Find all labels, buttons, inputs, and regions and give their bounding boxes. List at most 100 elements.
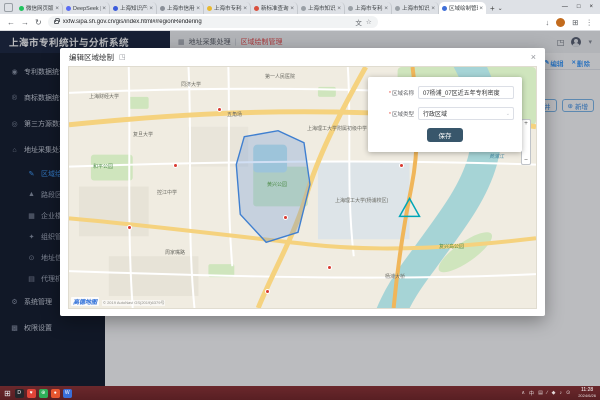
taskbar-app-icon[interactable]: W	[63, 389, 72, 398]
tab-search-icon[interactable]	[4, 3, 13, 12]
tray-icon[interactable]: 中	[529, 390, 534, 397]
map-label: 和平公园	[93, 163, 113, 170]
chevron-down-icon: ⌄	[506, 111, 510, 117]
url-text[interactable]: xxfw.sipa.sh.gov.cn/gis/index.html#/regi…	[63, 19, 352, 25]
map-zoom-control: + −	[521, 119, 531, 165]
tray-icon[interactable]: ▤	[538, 390, 543, 396]
browser-tab[interactable]: 上海市知识产权信息 ×	[298, 2, 345, 14]
zoom-out-button[interactable]: −	[524, 157, 528, 164]
maximize-button[interactable]: □	[577, 4, 581, 10]
region-name-input[interactable]	[418, 86, 514, 99]
zoom-in-button[interactable]: +	[524, 120, 528, 127]
map-label: 同济大学	[181, 81, 201, 88]
browser-tab[interactable]: 上海知识产权公共 ×	[110, 2, 157, 14]
bookmark-star-icon[interactable]: ☆	[366, 18, 372, 26]
download-icon[interactable]: ↓	[545, 18, 549, 27]
tab-title: DeepSeek | 深度	[73, 4, 101, 12]
browser-tab[interactable]: 上海市专利导航产业 ×	[345, 2, 392, 14]
amap-logo: 高德地图	[71, 297, 99, 306]
tab-close-icon[interactable]: ×	[431, 5, 435, 12]
tab-close-icon[interactable]: ×	[102, 5, 106, 12]
minimize-button[interactable]: —	[562, 4, 568, 10]
tray-icon[interactable]: ∕	[547, 390, 548, 396]
tab-list: 微信网页版 × DeepSeek | 深度 × 上海知识产权公共 ×	[16, 2, 486, 14]
tab-title: 上海市知识产权信息	[308, 4, 336, 12]
dialog-close-icon[interactable]: ×	[531, 52, 536, 62]
lock-icon[interactable]	[54, 20, 59, 24]
region-type-row: *区域类型 行政区域 ⌄	[376, 107, 514, 120]
extensions-icon[interactable]: ⊞	[572, 18, 578, 27]
map-label: 上海财经大学	[89, 93, 119, 100]
map-label: 五角场	[227, 111, 242, 118]
browser-menu-icon[interactable]: ⋮	[586, 18, 594, 27]
taskbar-apps: D ♥ ⊕ ● W	[15, 389, 72, 398]
save-button[interactable]: 保存	[427, 128, 463, 142]
system-tray: ∧ 中 ▤ ∕ ◆ ♪ ⊙	[521, 390, 570, 397]
required-mark: *	[389, 112, 391, 118]
tray-icon[interactable]: ∧	[521, 390, 525, 396]
tab-favicon	[442, 6, 447, 11]
browser-profile-avatar[interactable]	[556, 18, 565, 27]
tab-close-icon[interactable]: ×	[196, 5, 200, 12]
screen: 微信网页版 × DeepSeek | 深度 × 上海知识产权公共 ×	[0, 0, 600, 400]
new-tab-button[interactable]: +	[490, 4, 495, 13]
region-name-row: *区域名称	[376, 86, 514, 99]
tab-close-icon[interactable]: ×	[479, 5, 483, 12]
taskbar-app-icon[interactable]: ⊕	[39, 389, 48, 398]
tab-close-icon[interactable]: ×	[384, 5, 388, 12]
map-label: 上海理工大学附属初级中学	[307, 125, 367, 132]
map-label: 复兴岛公园	[439, 243, 464, 250]
browser-tab[interactable]: 上海市知识产权信息 ×	[392, 2, 439, 14]
taskbar-app-icon[interactable]: ●	[51, 389, 60, 398]
map-canvas[interactable]: 同济大学 第一人民医院 中环路立交桥 共青森林公园 上海财经大学 五角场 复旦大…	[68, 66, 537, 309]
browser-tab[interactable]: 上海市专利检索 ×	[204, 2, 251, 14]
clock-date: 2024/6/26	[578, 394, 596, 399]
tab-title: 上海市专利检索	[214, 4, 242, 12]
tab-close-icon[interactable]: ×	[243, 5, 247, 12]
taskbar-app-icon[interactable]: ♥	[27, 389, 36, 398]
back-icon[interactable]: ←	[7, 18, 15, 27]
tray-icon[interactable]: ◆	[552, 390, 556, 396]
window-controls: — □ ×	[555, 4, 600, 10]
tab-close-icon[interactable]: ×	[55, 5, 59, 12]
tab-title: 上海市专利导航产业	[355, 4, 383, 12]
dialog-title: 编辑区域绘制	[69, 52, 114, 63]
map-label: 周家嘴路	[165, 249, 185, 256]
start-button-icon[interactable]: ⊞	[4, 389, 11, 398]
browser-tab[interactable]: 微信网页版 ×	[16, 2, 63, 14]
taskbar-clock[interactable]: 11:28 2024/6/26	[578, 388, 596, 398]
reload-icon[interactable]: ↻	[35, 18, 42, 27]
browser-tab[interactable]: 区域绘制管理 ×	[439, 2, 486, 14]
region-type-select[interactable]: 行政区域 ⌄	[418, 107, 514, 120]
windows-taskbar: ⊞ D ♥ ⊕ ● W ∧ 中 ▤ ∕ ◆	[0, 386, 600, 400]
tray-icon[interactable]: ⊙	[566, 390, 570, 396]
tab-list-chevron-icon[interactable]: ⌄	[498, 5, 503, 12]
region-type-label: *区域类型	[376, 110, 414, 118]
translate-icon[interactable]: 文	[355, 17, 362, 27]
tab-close-icon[interactable]: ×	[149, 5, 153, 12]
tray-icon[interactable]: ♪	[560, 390, 563, 396]
tab-title: 微信网页版	[26, 4, 54, 12]
forward-icon[interactable]: →	[21, 18, 29, 27]
metro-station-icon	[265, 289, 270, 294]
region-type-value: 行政区域	[423, 109, 447, 118]
map-label: 复旦大学	[133, 131, 153, 138]
tab-close-icon[interactable]: ×	[337, 5, 341, 12]
tab-favicon	[207, 6, 212, 11]
close-window-button[interactable]: ×	[589, 4, 593, 10]
taskbar-app-icon[interactable]: D	[15, 389, 24, 398]
browser-address-bar: ← → ↻ xxfw.sipa.sh.gov.cn/gis/index.html…	[0, 14, 600, 31]
expand-icon[interactable]: ◳	[119, 53, 126, 61]
browser-tab[interactable]: 上海市信用信息服 ×	[157, 2, 204, 14]
browser-tab-strip: 微信网页版 × DeepSeek | 深度 × 上海知识产权公共 ×	[0, 0, 600, 14]
tab-close-icon[interactable]: ×	[290, 5, 294, 12]
url-field[interactable]: xxfw.sipa.sh.gov.cn/gis/index.html#/regi…	[48, 16, 378, 28]
map-label: 第一人民医院	[265, 73, 295, 80]
browser-tab[interactable]: DeepSeek | 深度 ×	[63, 2, 110, 14]
browser-tab[interactable]: 新标准查询 ×	[251, 2, 298, 14]
tab-title: 区域绘制管理	[449, 4, 478, 12]
map-label: 上海理工大学(杨浦校区)	[335, 197, 388, 204]
tab-title: 上海市信用信息服	[167, 4, 195, 12]
map-label: 黄兴公园	[267, 181, 287, 188]
tab-favicon	[348, 6, 353, 11]
